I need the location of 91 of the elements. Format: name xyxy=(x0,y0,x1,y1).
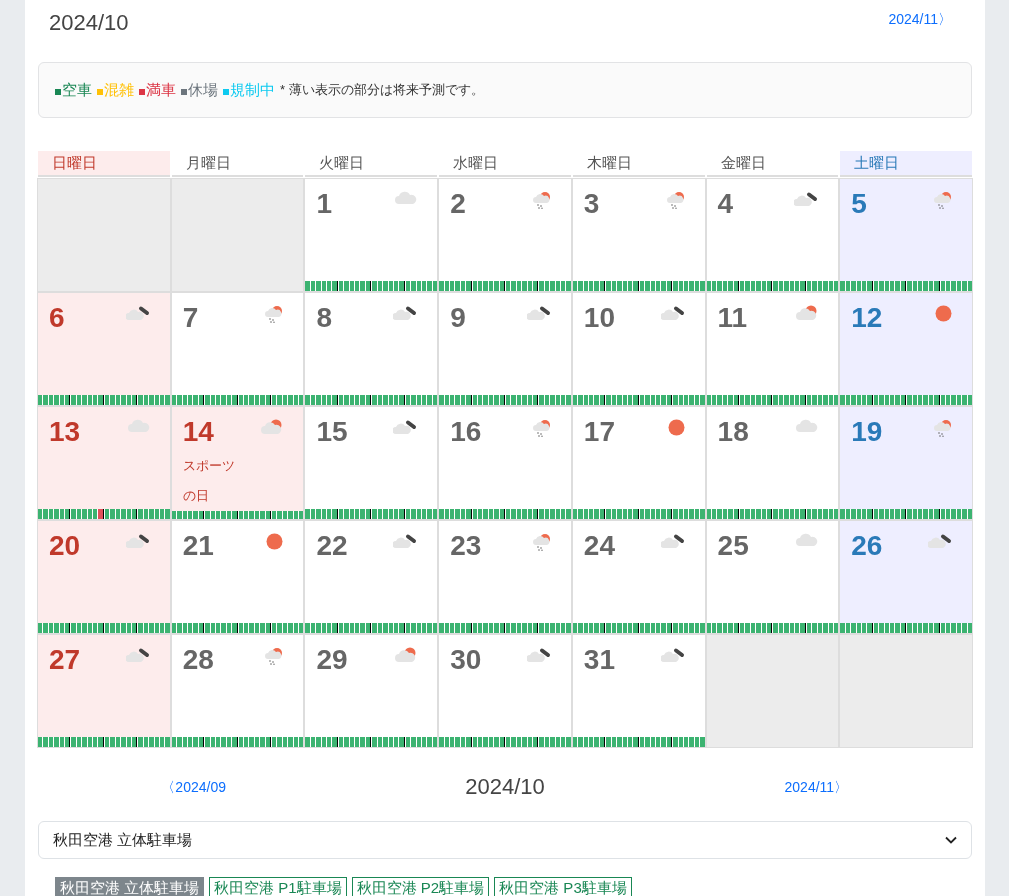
legend-note: * 薄い表示の部分は将来予測です。 xyxy=(280,81,484,99)
day-cell[interactable]: 6 xyxy=(38,293,170,405)
clouds-icon xyxy=(526,305,551,321)
parking-select[interactable]: 秋田空港 立体駐車場 xyxy=(38,821,972,859)
clouds-icon xyxy=(794,191,819,207)
legend-item: 規制中 xyxy=(223,80,275,100)
clouds-icon xyxy=(125,305,150,321)
day-number: 5 xyxy=(851,189,867,219)
day-cell[interactable]: 13 xyxy=(38,407,170,519)
day-number: 23 xyxy=(450,531,482,561)
sun-cloud-rain-icon xyxy=(532,191,551,209)
day-cell[interactable]: 26 xyxy=(840,521,972,633)
cloud-icon xyxy=(796,419,819,433)
clouds-icon xyxy=(526,647,551,663)
day-number: 18 xyxy=(717,417,749,447)
clouds-icon xyxy=(660,647,685,663)
day-number: 24 xyxy=(583,531,615,561)
day-number: 26 xyxy=(851,531,883,561)
legend-item: 空車 xyxy=(55,80,92,100)
parking-tab[interactable]: 秋田空港 P1駐車場 xyxy=(209,877,347,896)
legend-item: 満車 xyxy=(139,80,176,100)
day-number: 22 xyxy=(316,531,348,561)
cloud-icon xyxy=(796,533,819,547)
day-number: 6 xyxy=(49,303,65,333)
clouds-icon xyxy=(660,533,685,549)
day-number: 30 xyxy=(450,645,482,675)
sun-cloud-icon xyxy=(796,305,819,321)
day-number: 16 xyxy=(450,417,482,447)
day-cell[interactable]: 5 xyxy=(840,179,972,291)
day-number: 31 xyxy=(583,645,615,675)
day-cell[interactable]: 12 xyxy=(840,293,972,405)
day-number: 9 xyxy=(450,303,466,333)
sun-cloud-rain-icon xyxy=(265,305,284,323)
day-number: 29 xyxy=(316,645,348,675)
weekday-header: 土曜日 xyxy=(840,151,972,177)
day-cell[interactable]: 27 xyxy=(38,635,170,747)
legend-item: 混雑 xyxy=(97,80,134,100)
chevron-down-icon xyxy=(945,836,957,844)
parking-tab[interactable]: 秋田空港 P2駐車場 xyxy=(351,877,490,896)
sun-cloud-rain-icon xyxy=(265,647,284,665)
month-title: 2024/10 xyxy=(49,10,129,35)
parking-tab[interactable]: 秋田空港 P3駐車場 xyxy=(494,877,632,896)
cloud-icon xyxy=(395,191,418,205)
day-number: 25 xyxy=(717,531,749,561)
clouds-icon xyxy=(125,533,150,549)
day-number: 4 xyxy=(717,189,734,219)
next-month-link[interactable]: 2024/11〉 xyxy=(784,778,849,795)
clouds-icon xyxy=(393,305,418,321)
holiday-name: スポーツの日 xyxy=(182,457,236,505)
day-number: 21 xyxy=(182,531,214,561)
sun-cloud-rain-icon xyxy=(934,419,952,437)
day-cell[interactable]: 19 xyxy=(840,407,972,519)
day-number: 17 xyxy=(583,417,615,447)
sun-cloud-rain-icon xyxy=(532,419,551,437)
sun-cloud-icon xyxy=(261,419,284,435)
clouds-icon xyxy=(393,533,418,549)
day-cell[interactable]: 14 スポーツの日 xyxy=(171,407,304,519)
clouds-icon xyxy=(393,419,418,435)
day-number: 12 xyxy=(851,303,883,333)
day-number: 8 xyxy=(316,303,332,333)
next-month-link[interactable]: 2024/11〉 xyxy=(888,11,952,27)
day-number: 20 xyxy=(49,531,81,561)
sun-cloud-rain-icon xyxy=(666,191,685,209)
sun-cloud-rain-icon xyxy=(532,533,551,551)
day-number: 3 xyxy=(583,189,600,219)
day-cell[interactable]: 20 xyxy=(38,521,170,633)
weekday-header: 日曜日 xyxy=(38,151,170,177)
day-number: 28 xyxy=(182,645,214,675)
clouds-icon xyxy=(660,305,685,321)
sun-icon xyxy=(266,533,284,550)
legend-item: 休場 xyxy=(181,80,218,100)
day-number: 10 xyxy=(583,303,615,333)
day-number: 11 xyxy=(717,303,748,333)
day-number: 14 xyxy=(182,417,214,447)
sun-cloud-icon xyxy=(395,647,418,663)
cloud-icon xyxy=(127,419,150,433)
sun-icon xyxy=(935,305,952,322)
parking-tab[interactable]: 秋田空港 立体駐車場 xyxy=(55,877,205,896)
sun-cloud-rain-icon xyxy=(934,191,952,209)
sun-icon xyxy=(667,419,685,436)
day-number: 2 xyxy=(450,189,466,219)
clouds-icon xyxy=(928,533,952,549)
previous-month-link[interactable]: 〈2024/09 xyxy=(161,778,226,795)
clouds-icon xyxy=(125,647,150,663)
day-number: 1 xyxy=(316,189,332,219)
day-number: 19 xyxy=(851,417,883,447)
day-number: 7 xyxy=(182,303,199,333)
month-title: 2024/10 xyxy=(465,774,545,799)
day-number: 13 xyxy=(49,417,81,447)
day-number: 27 xyxy=(49,645,81,675)
day-number: 15 xyxy=(316,417,348,447)
